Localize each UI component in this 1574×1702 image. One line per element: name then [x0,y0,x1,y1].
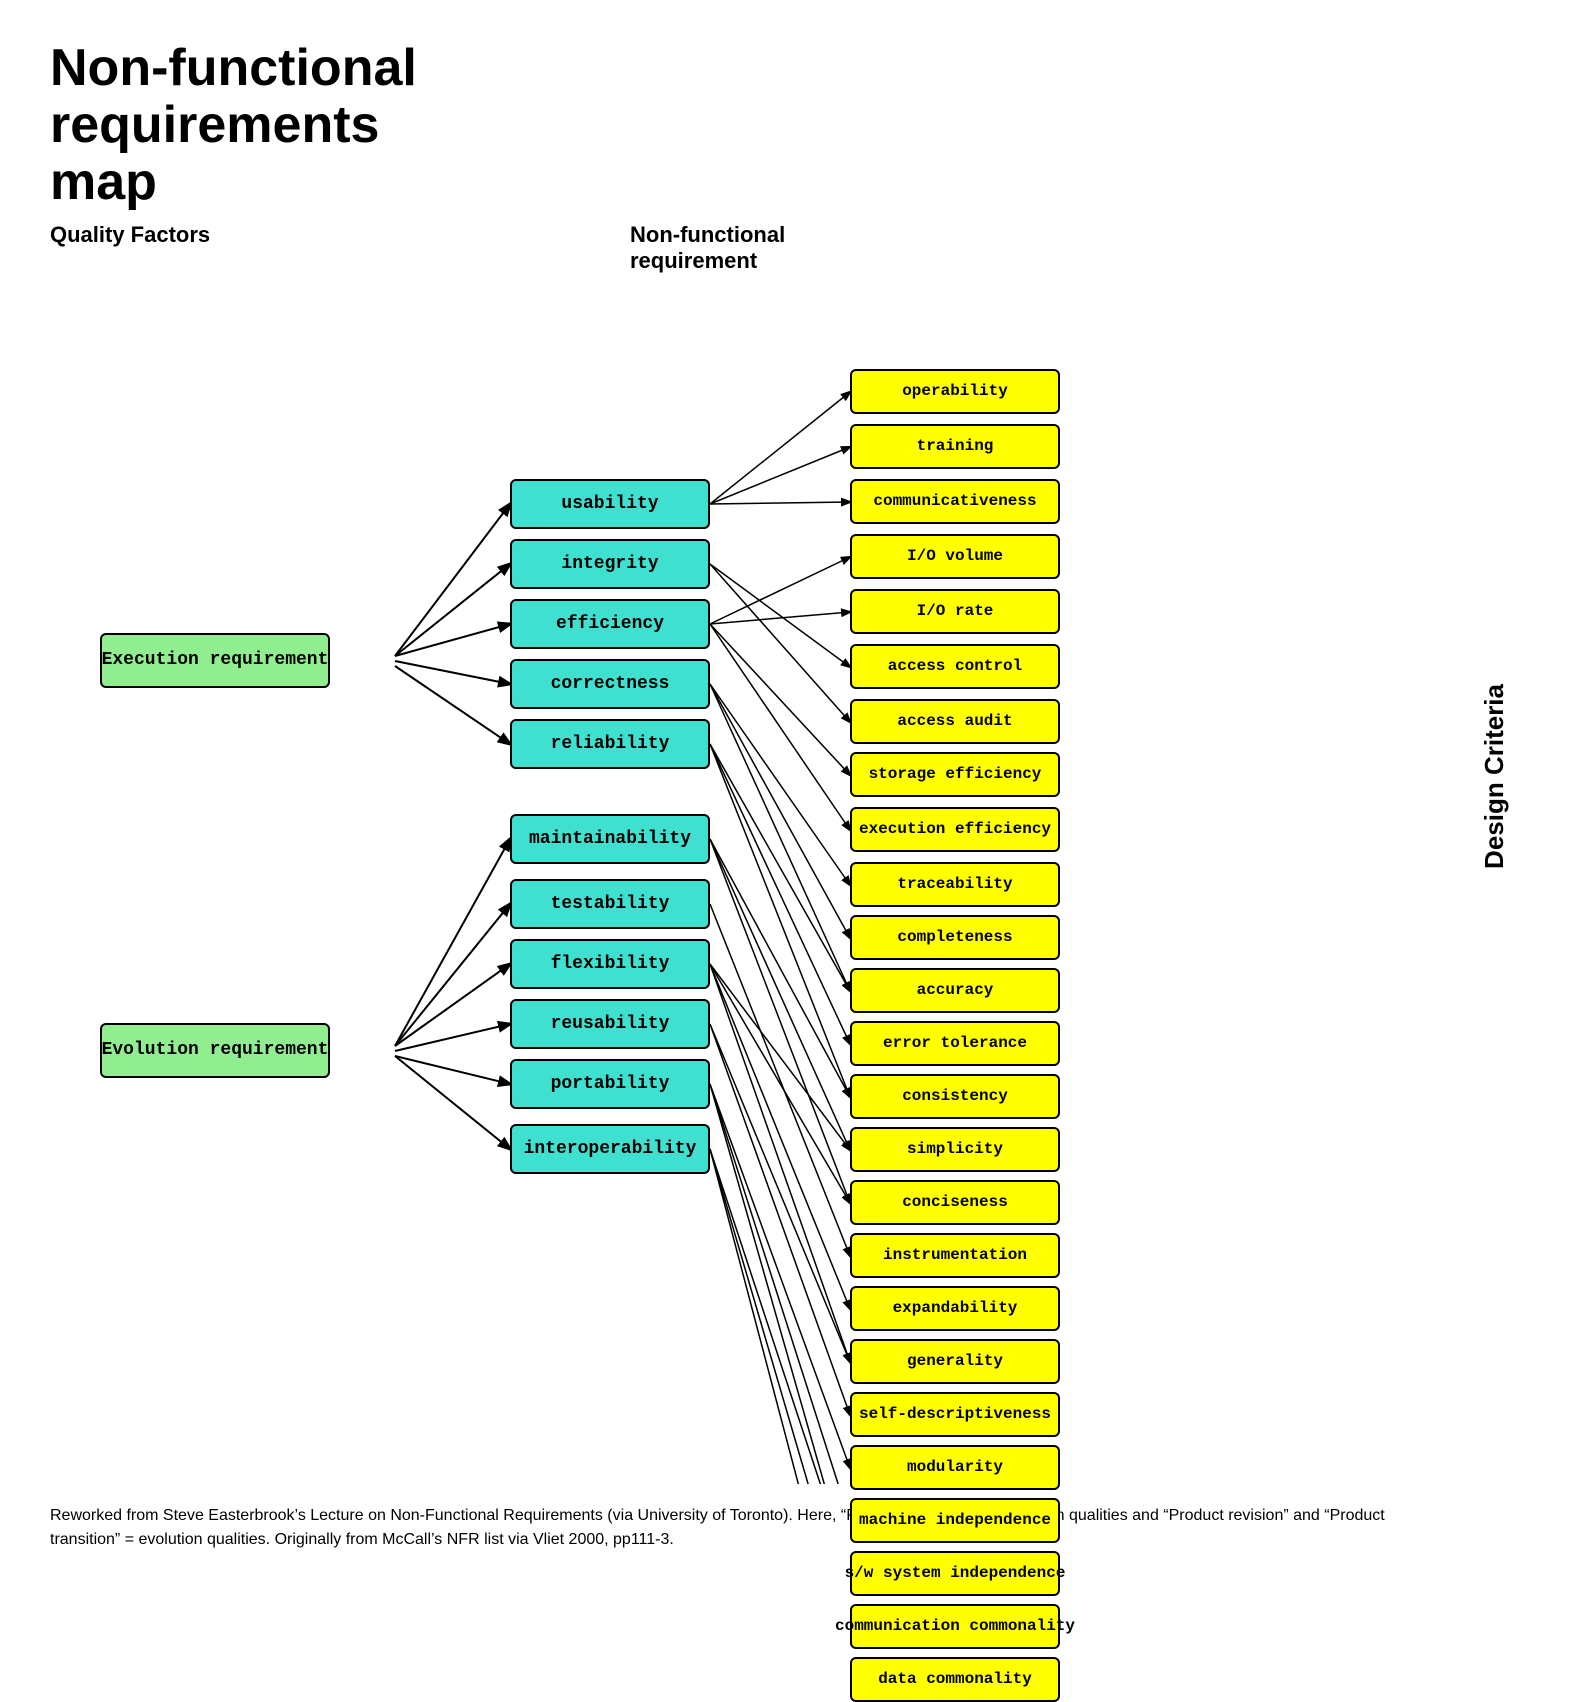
communication-commonality-node: communication commonality [850,1604,1060,1649]
training-node: training [850,424,1060,469]
communicativeness-node: communicativeness [850,479,1060,524]
io-rate-node: I/O rate [850,589,1060,634]
reliability-node: reliability [510,719,710,769]
footer-text: Reworked from Steve Easterbrook’s Lectur… [50,1504,1450,1552]
error-tolerance-node: error tolerance [850,1021,1060,1066]
traceability-node: traceability [850,862,1060,907]
usability-node: usability [510,479,710,529]
access-control-node: access control [850,644,1060,689]
evol-req-node: Evolution requirement [100,1023,330,1078]
data-commonality-node: data commonality [850,1657,1060,1702]
nfr-header: Non-functionalrequirement [630,222,930,274]
expandability-node: expandability [850,1286,1060,1331]
diagram-area: Execution requirement Evolution requirem… [50,284,1500,1484]
modularity-node: modularity [850,1445,1060,1490]
portability-node: portability [510,1059,710,1109]
machine-independence-node: machine independence [850,1498,1060,1543]
connection-lines [50,284,1500,1484]
flexibility-node: flexibility [510,939,710,989]
integrity-node: integrity [510,539,710,589]
column-headers: Quality Factors Non-functionalrequiremen… [50,222,1524,274]
design-criteria-label: Design Criteria [1479,684,1510,869]
efficiency-node: efficiency [510,599,710,649]
consistency-node: consistency [850,1074,1060,1119]
conciseness-node: conciseness [850,1180,1060,1225]
self-descriptiveness-node: self-descriptiveness [850,1392,1060,1437]
execution-efficiency-node: execution efficiency [850,807,1060,852]
sw-independence-node: s/w system independence [850,1551,1060,1596]
testability-node: testability [510,879,710,929]
access-audit-node: access audit [850,699,1060,744]
page-title: Non-functional requirements map [50,40,700,212]
storage-efficiency-node: storage efficiency [850,752,1060,797]
reusability-node: reusability [510,999,710,1049]
page-container: Non-functional requirements map Quality … [0,0,1574,1694]
io-volume-node: I/O volume [850,534,1060,579]
simplicity-node: simplicity [850,1127,1060,1172]
generality-node: generality [850,1339,1060,1384]
completeness-node: completeness [850,915,1060,960]
exec-req-node: Execution requirement [100,633,330,688]
instrumentation-node: instrumentation [850,1233,1060,1278]
interoperability-node: interoperability [510,1124,710,1174]
accuracy-node: accuracy [850,968,1060,1013]
maintainability-node: maintainability [510,814,710,864]
operability-node: operability [850,369,1060,414]
correctness-node: correctness [510,659,710,709]
quality-factors-header: Quality Factors [50,222,310,274]
